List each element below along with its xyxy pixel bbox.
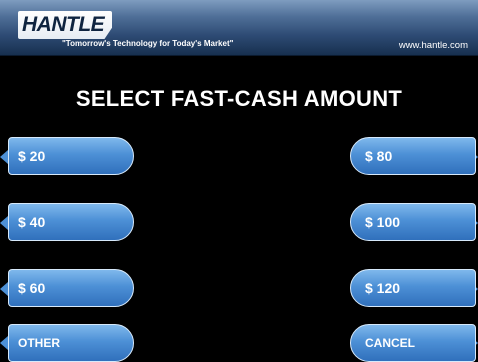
amount-80-button[interactable]: $ 80 (350, 137, 476, 175)
cancel-button[interactable]: CANCEL (350, 324, 476, 362)
button-label: $ 60 (18, 280, 46, 296)
left-key-indicator-2 (0, 216, 8, 230)
other-amount-button[interactable]: OTHER (8, 324, 134, 362)
button-label: $ 120 (365, 280, 401, 296)
hantle-logo: HANTLE (18, 11, 112, 39)
logo-text: HANTLE (22, 13, 105, 36)
website-url: www.hantle.com (398, 40, 468, 51)
button-label: $ 100 (365, 214, 401, 230)
amount-100-button[interactable]: $ 100 (350, 203, 476, 241)
button-label: $ 20 (18, 148, 46, 164)
amount-120-button[interactable]: $ 120 (350, 269, 476, 307)
button-label: OTHER (18, 336, 60, 350)
amount-60-button[interactable]: $ 60 (8, 269, 134, 307)
button-label: $ 80 (365, 148, 393, 164)
page-title: SELECT FAST-CASH AMOUNT (75, 86, 403, 111)
amount-40-button[interactable]: $ 40 (8, 203, 134, 241)
left-key-indicator-4 (0, 336, 8, 350)
header-banner: HANTLE "Tomorrow's Technology for Today'… (0, 0, 478, 56)
button-label: CANCEL (365, 336, 415, 350)
button-label: $ 40 (18, 214, 46, 230)
tagline: "Tomorrow's Technology for Today's Marke… (62, 39, 234, 48)
amount-20-button[interactable]: $ 20 (8, 137, 134, 175)
left-key-indicator-3 (0, 282, 8, 296)
left-key-indicator-1 (0, 150, 8, 164)
